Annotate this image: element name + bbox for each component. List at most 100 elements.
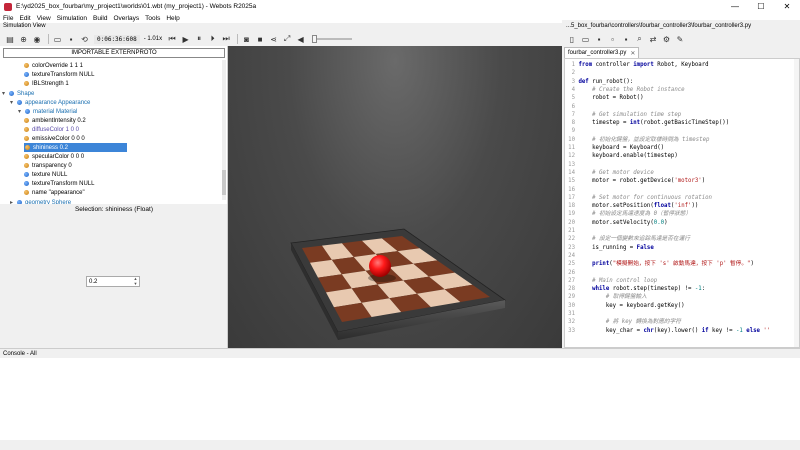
clean-icon[interactable]: ✎ [674,33,686,45]
code-line[interactable]: 23 is_running = False [565,244,799,252]
tree-row[interactable]: ▾ material Material [18,107,77,116]
open-file-icon[interactable]: ▭ [580,33,592,45]
code-line[interactable]: 7 # Get simulation time step [565,111,799,119]
shininess-value-input[interactable]: 0.2 ▲ ▼ [86,276,140,287]
code-line[interactable]: 5 robot = Robot() [565,94,799,102]
tree-row[interactable]: emissiveColor 0 0 0 [24,134,85,143]
tree-row[interactable]: ▾ appearance Appearance [10,98,90,107]
code-line[interactable]: 3 def run_robot(): [565,78,799,86]
code-line[interactable]: 20 motor.setVelocity(0.0) [565,219,799,227]
save-as-icon[interactable]: ▫ [607,33,619,45]
code-line[interactable]: 10 # 初始化鍵盤，並設定取樣時間為 timestep [565,136,799,144]
tree-row[interactable]: IBLStrength 1 [24,79,69,88]
run-icon[interactable]: ⏵ [207,33,219,45]
code-line[interactable]: 11 keyboard = Keyboard() [565,144,799,152]
code-line[interactable]: 14 # Get motor device [565,169,799,177]
menu-build[interactable]: Build [93,15,107,22]
tree-row[interactable]: diffuseColor 1 0 0 [24,125,79,134]
menu-simulation[interactable]: Simulation [57,15,87,22]
code-editor[interactable]: 1 from controller import Robot, Keyboard… [564,58,800,348]
toggle-scene-tree-icon[interactable]: ▤ [4,33,16,45]
save-file-icon[interactable]: ▪ [593,33,605,45]
console-output[interactable] [0,358,800,440]
expand-caret-icon[interactable]: ▾ [10,99,15,106]
fullscreen-icon[interactable]: ⤢ [281,33,293,45]
code-line[interactable]: 33 key_char = chr(key).lower() if key !=… [565,327,799,335]
code-scrollbar[interactable] [794,59,799,347]
expand-caret-icon[interactable]: ▾ [2,90,7,97]
3d-viewport[interactable] [228,46,562,348]
code-line[interactable]: 28 while robot.step(timestep) != -1: [565,285,799,293]
code-line[interactable]: 25 print("模擬開始，按下 's' 啟動馬達，按下 'p' 暫停。") [565,260,799,268]
code-line[interactable]: 4 # Create the Robot instance [565,86,799,94]
menu-edit[interactable]: Edit [19,15,30,22]
scene-tree-scrollbar-thumb[interactable] [222,170,226,195]
save-all-icon[interactable]: ▪ [620,33,632,45]
menu-help[interactable]: Help [166,15,179,22]
reload-world-icon[interactable]: ⟲ [79,33,91,45]
code-line[interactable]: 21 [565,227,799,235]
code-line[interactable]: 15 motor = robot.getDevice('motor3') [565,177,799,185]
new-file-icon[interactable]: ▯ [566,33,578,45]
tree-row[interactable]: colorOverride 1 1 1 [24,61,83,70]
screenshot-icon[interactable]: ◙ [241,33,253,45]
build-icon[interactable]: ⚙ [661,33,673,45]
volume-slider-handle[interactable] [312,35,318,43]
minimize-button[interactable]: — [722,0,748,13]
add-node-icon[interactable]: ⊕ [18,33,30,45]
open-world-icon[interactable]: ▭ [52,33,64,45]
share-icon[interactable]: ⋖ [268,33,280,45]
tree-row[interactable]: ▾ Shape [2,89,34,98]
tree-row[interactable]: specularColor 0 0 0 [24,152,84,161]
menu-file[interactable]: File [3,15,13,22]
code-line[interactable]: 8 timestep = int(robot.getBasicTimeStep(… [565,119,799,127]
code-line[interactable]: 13 [565,161,799,169]
code-line[interactable]: 22 # 設定一個變數來追踪馬達是否在運行 [565,235,799,243]
menu-tools[interactable]: Tools [145,15,160,22]
expand-caret-icon[interactable]: ▾ [18,108,23,115]
code-line[interactable]: 9 [565,127,799,135]
tree-row[interactable]: texture NULL [24,170,67,179]
code-line[interactable]: 24 [565,252,799,260]
volume-icon[interactable]: ◀ [295,33,307,45]
code-line[interactable]: 6 [565,103,799,111]
code-line[interactable]: 31 [565,310,799,318]
tree-row[interactable]: textureTransform NULL [24,179,94,188]
code-line[interactable]: 19 # 初始設定馬達速度為 0（暫停狀態） [565,210,799,218]
tree-row[interactable]: textureTransform NULL [24,70,94,79]
close-button[interactable]: ✕ [774,0,800,13]
code-line[interactable]: 1 from controller import Robot, Keyboard [565,61,799,69]
code-line[interactable]: 26 [565,269,799,277]
spin-arrows-icon[interactable]: ▲ ▼ [132,276,139,286]
tree-row[interactable]: shininess 0.2 [24,143,127,152]
tree-row[interactable]: name "appearance" [24,188,85,197]
fast-forward-icon[interactable]: ⏭ [220,33,232,45]
save-world-icon[interactable]: ▪ [65,33,77,45]
scene-tree-scrollbar[interactable] [222,60,226,200]
pause-icon[interactable]: ⏸ [193,33,205,45]
record-movie-icon[interactable]: ■ [254,33,266,45]
tab-close-icon[interactable]: ✕ [630,50,635,57]
menu-overlays[interactable]: Overlays [114,15,140,22]
code-line[interactable]: 27 # Main control loop [565,277,799,285]
code-line[interactable]: 2 [565,69,799,77]
maximize-button[interactable]: ☐ [748,0,774,13]
code-line[interactable]: 12 keyboard.enable(timestep) [565,152,799,160]
find-icon[interactable]: ⌕ [634,33,646,45]
reset-simulation-icon[interactable]: ⏮ [166,33,178,45]
volume-slider[interactable] [312,34,353,44]
tree-row[interactable]: ambientIntensity 0.2 [24,116,86,125]
replace-icon[interactable]: ⇄ [647,33,659,45]
code-line[interactable]: 18 motor.setPosition(float('inf')) [565,202,799,210]
step-icon[interactable]: ▶ [180,33,192,45]
code-line[interactable]: 16 [565,186,799,194]
tab-fourbar-controller3[interactable]: fourbar_controller3.py ✕ [564,47,640,58]
code-line[interactable]: 29 # 取得鍵盤輸入 [565,293,799,301]
code-line[interactable]: 32 # 將 key 轉換為對應的字符 [565,318,799,326]
menu-view[interactable]: View [37,15,51,22]
red-ball[interactable] [369,255,391,277]
code-line[interactable]: 17 # Set motor for continuous rotation [565,194,799,202]
view-icon[interactable]: ◉ [31,33,43,45]
tree-row[interactable]: transparency 0 [24,161,72,170]
importable-externproto-button[interactable]: IMPORTABLE EXTERNPROTO [3,48,225,58]
